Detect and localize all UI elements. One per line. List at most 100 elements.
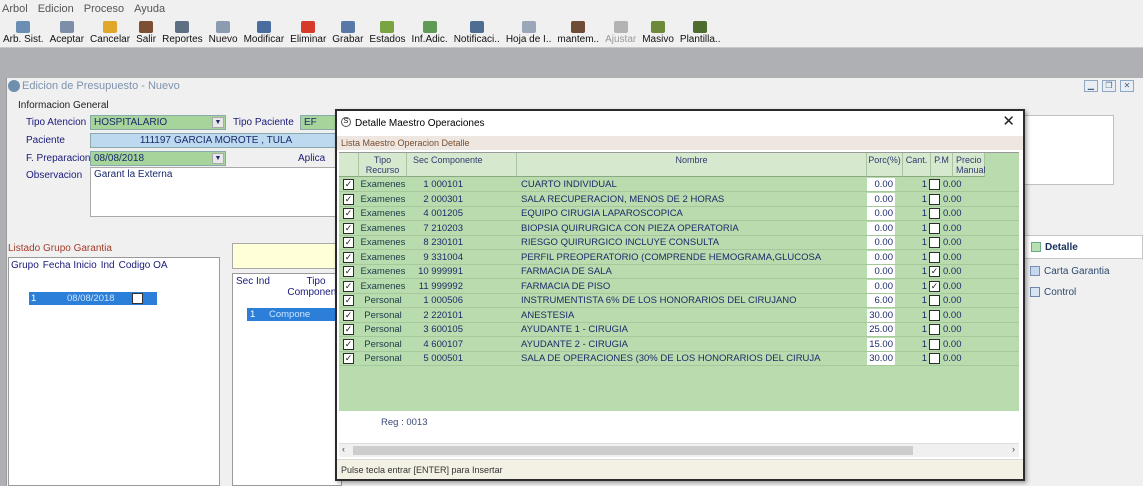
col-porc[interactable]: Porc(%)	[867, 153, 903, 177]
calendar-dropdown-icon[interactable]: ▼	[212, 153, 224, 164]
observacion-textarea[interactable]: Garant la Externa	[90, 167, 336, 217]
paciente-field[interactable]: 111197 GARCIA MOROTE , TULA	[90, 133, 336, 148]
row-select-checkbox[interactable]: ✓	[343, 280, 354, 292]
table-row[interactable]: ✓ Examenes 4 001205 EQUIPO CIRUGIA LAPAROSC…	[339, 207, 1019, 221]
cell-pm-checkbox[interactable]	[929, 309, 940, 321]
row-select-checkbox[interactable]: ✓	[343, 222, 354, 234]
cell-pm-checkbox[interactable]	[929, 237, 940, 248]
toolbar-button-5[interactable]: Nuevo	[206, 18, 241, 47]
chevron-down-icon[interactable]: ▼	[212, 117, 224, 128]
toolbar-button-0[interactable]: Arb. Sist.	[0, 18, 47, 47]
cell-pm-checkbox[interactable]	[929, 338, 940, 350]
f-preparacion-field[interactable]: 08/08/2018 ▼	[90, 151, 226, 166]
toolbar-button-4[interactable]: Reportes	[159, 18, 206, 47]
cell-pm-checkbox[interactable]: ✓	[929, 280, 940, 292]
cell-pm-checkbox[interactable]: ✓	[929, 266, 940, 277]
table-row[interactable]: ✓ Examenes 11 999992 FARMACIA DE PISO 0.00 1 ✓…	[339, 279, 1019, 294]
toolbar-label: Eliminar	[290, 34, 327, 45]
cell-pm-checkbox[interactable]	[929, 193, 940, 205]
table-row[interactable]: ✓ Personal 4 600107 AYUDANTE 2 - CIRUGIA 15.…	[339, 337, 1019, 352]
minimize-icon[interactable]: ▁	[1084, 80, 1098, 92]
toolbar-button-14[interactable]: Ajustar	[602, 18, 639, 47]
toolbar-button-1[interactable]: Aceptar	[47, 18, 87, 47]
tipo-paciente-select[interactable]: EF	[300, 115, 336, 130]
table-row[interactable]: ✓ Personal 3 600105 AYUDANTE 1 - CIRUGIA 25.…	[339, 323, 1019, 337]
col-precio-manual[interactable]: Precio Manual	[953, 153, 986, 177]
close-icon[interactable]: ✕	[1002, 114, 1015, 130]
row-select-checkbox[interactable]: ✓	[343, 237, 354, 248]
cell-precio: 0.00	[943, 193, 962, 205]
row-select-checkbox[interactable]: ✓	[343, 251, 354, 263]
table-row[interactable]: ✓ Personal 2 220101 ANESTESIA 30.00 1 0.00	[339, 308, 1019, 323]
toolbar-button-10[interactable]: Inf.Adic.	[409, 18, 451, 47]
cell-pm-checkbox[interactable]	[929, 295, 940, 306]
row-select-checkbox[interactable]: ✓	[343, 266, 354, 277]
toolbar-button-15[interactable]: Masivo	[639, 18, 677, 47]
toolbar-button-8[interactable]: Grabar	[329, 18, 366, 47]
toolbar-button-16[interactable]: Plantilla..	[677, 18, 724, 47]
row-select-checkbox[interactable]: ✓	[343, 193, 354, 205]
menu-edicion[interactable]: Edicion	[38, 3, 74, 15]
col-cant[interactable]: Cant.	[903, 153, 931, 177]
tab-detalle[interactable]: Detalle	[1024, 235, 1143, 259]
row-select-checkbox[interactable]: ✓	[343, 208, 354, 219]
toolbar-button-11[interactable]: Notificaci..	[451, 18, 503, 47]
col-codigo-oa[interactable]: Codigo OA	[119, 260, 168, 271]
table-row[interactable]: ✓ Personal 5 000501 SALA DE OPERACIONES (30…	[339, 352, 1019, 366]
scroll-left-icon[interactable]: ‹	[342, 444, 345, 454]
cell-pm-checkbox[interactable]	[929, 353, 940, 364]
toolbar-button-6[interactable]: Modificar	[241, 18, 288, 47]
component-row[interactable]: 1 Compone	[247, 308, 342, 321]
toolbar-button-7[interactable]: Eliminar	[287, 18, 329, 47]
cell-pm-checkbox[interactable]	[929, 222, 940, 234]
cell-precio: 0.00	[943, 179, 962, 190]
table-row[interactable]: ✓ Examenes 8 230101 RIESGO QUIRURGICO INCLU…	[339, 236, 1019, 250]
toolbar-button-2[interactable]: Cancelar	[87, 18, 133, 47]
f-preparacion-value: 08/08/2018	[94, 153, 145, 164]
report-icon	[175, 21, 190, 33]
toolbar-button-3[interactable]: Salir	[133, 18, 159, 47]
row-select-checkbox[interactable]: ✓	[343, 179, 354, 190]
table-row[interactable]: ✓ Examenes 9 331004 PERFIL PREOPERATORIO (C…	[339, 250, 1019, 265]
cell-pm-checkbox[interactable]	[929, 251, 940, 263]
table-row[interactable]: ✓ Examenes 10 999991 FARMACIA DE SALA 0.00 1 ✓…	[339, 265, 1019, 279]
restore-icon[interactable]: ❐	[1102, 80, 1116, 92]
table-row[interactable]: ✓ Examenes 2 000301 SALA RECUPERACION, MENO…	[339, 192, 1019, 207]
row-select-checkbox[interactable]: ✓	[343, 295, 354, 306]
col-pm[interactable]: P.M	[931, 153, 953, 177]
col-ind[interactable]: Ind	[101, 260, 115, 271]
toolbar-button-9[interactable]: Estados	[366, 18, 408, 47]
menu-arbol[interactable]: Arbol	[2, 3, 28, 15]
table-row[interactable]: ✓ Examenes 1 000101 CUARTO INDIVIDUAL 0.00 1 0…	[339, 178, 1019, 192]
cell-pm-checkbox[interactable]	[929, 208, 940, 219]
cell-pm-checkbox[interactable]	[929, 179, 940, 190]
toolbar-button-13[interactable]: mantem..	[554, 18, 602, 47]
col-sec-ind[interactable]: Sec Ind	[236, 276, 270, 287]
main-toolbar: Arb. Sist. Aceptar Cancelar Salir Reportes Nu…	[0, 18, 1143, 48]
tab-control[interactable]: Control	[1024, 280, 1143, 304]
row-select-checkbox[interactable]: ✓	[343, 338, 354, 350]
listado-row[interactable]: 1 08/08/2018	[29, 292, 157, 305]
tipo-atencion-select[interactable]: HOSPITALARIO ▼	[90, 115, 226, 130]
row-select-checkbox[interactable]: ✓	[343, 353, 354, 364]
close-icon[interactable]: ✕	[1120, 80, 1134, 92]
table-row[interactable]: ✓ Personal 1 000506 INSTRUMENTISTA 6% DE LO…	[339, 294, 1019, 308]
cell-pm-checkbox[interactable]	[929, 324, 940, 335]
col-tipo-recurso[interactable]: Tipo Recurso	[359, 153, 407, 177]
toolbar-button-12[interactable]: Hoja de I..	[503, 18, 555, 47]
row-select-checkbox[interactable]: ✓	[343, 324, 354, 335]
row-select-checkbox[interactable]: ✓	[343, 309, 354, 321]
menu-ayuda[interactable]: Ayuda	[134, 3, 165, 15]
col-sec-componente[interactable]: Sec Componente	[407, 153, 517, 177]
col-grupo[interactable]: Grupo	[11, 260, 39, 271]
cell-porc: 0.00	[867, 265, 895, 278]
scroll-thumb[interactable]	[353, 446, 913, 455]
col-fecha-inicio[interactable]: Fecha Inicio	[43, 260, 97, 271]
cell-tipo: Examenes	[360, 222, 406, 234]
menu-proceso[interactable]: Proceso	[84, 3, 124, 15]
listado-row-checkbox[interactable]	[132, 293, 143, 304]
table-row[interactable]: ✓ Examenes 7 210203 BIOPSIA QUIRURGICA CON …	[339, 221, 1019, 236]
scroll-right-icon[interactable]: ›	[1012, 444, 1015, 454]
horizontal-scrollbar[interactable]: ‹ ›	[339, 443, 1019, 457]
col-nombre[interactable]: Nombre	[517, 153, 867, 177]
